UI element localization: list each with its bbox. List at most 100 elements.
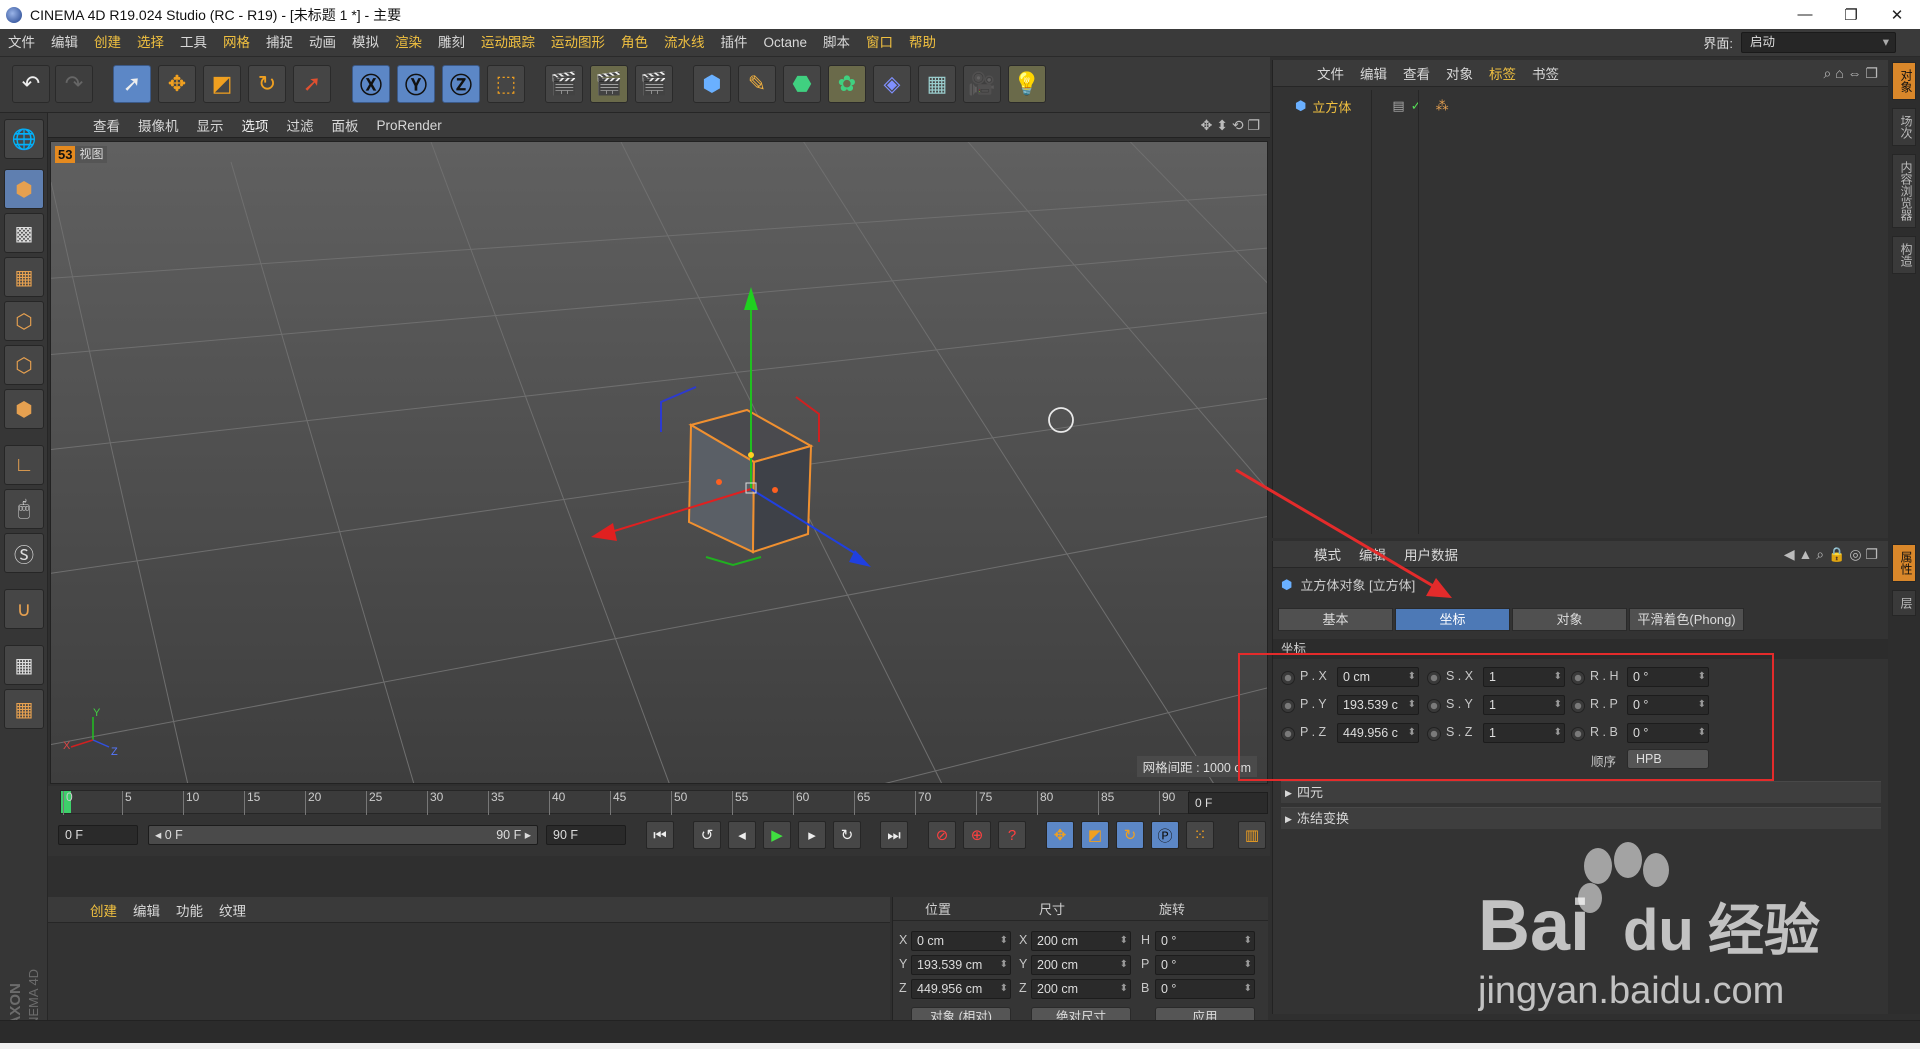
om-menu-edit[interactable]: 编辑 <box>1352 63 1395 83</box>
end-frame-field[interactable]: 90 F <box>546 825 626 845</box>
vtab-attributes[interactable]: 属性 <box>1892 544 1916 582</box>
menu-mograph[interactable]: 运动图形 <box>543 29 613 57</box>
material-tag-icon[interactable]: ⁂ <box>1436 98 1449 114</box>
om-menu-bookmarks[interactable]: 书签 <box>1524 63 1567 83</box>
polygons-mode-icon[interactable]: ⬢ <box>4 389 44 429</box>
coord-rot-h-field[interactable]: 0 ° <box>1155 931 1255 951</box>
z-axis-lock-icon[interactable]: Ⓩ <box>442 65 480 103</box>
menu-simulate[interactable]: 模拟 <box>344 29 387 57</box>
minimize-button[interactable]: — <box>1782 0 1828 29</box>
coord-size-y-field[interactable]: 200 cm <box>1031 955 1131 975</box>
menu-animate[interactable]: 动画 <box>301 29 344 57</box>
camera-icon[interactable]: 🎥 <box>963 65 1001 103</box>
restore-button[interactable]: ❐ <box>1828 0 1874 29</box>
snap-icon[interactable]: ∪ <box>4 589 44 629</box>
menu-script[interactable]: 脚本 <box>815 29 858 57</box>
record-keys-icon[interactable]: ⊘ <box>928 821 956 849</box>
solo-icon[interactable]: Ⓢ <box>4 533 44 573</box>
pen-spline-icon[interactable]: ✎ <box>738 65 776 103</box>
live-select-icon[interactable]: ➚ <box>113 65 151 103</box>
play-icon[interactable]: ▶ <box>763 821 791 849</box>
enabled-check-icon[interactable]: ✓ <box>1411 98 1422 114</box>
scale-icon[interactable]: ◩ <box>203 65 241 103</box>
menu-help[interactable]: 帮助 <box>901 29 944 57</box>
om-menu-view[interactable]: 查看 <box>1395 63 1438 83</box>
coord-rot-b-field[interactable]: 0 ° <box>1155 979 1255 999</box>
perspective-viewport[interactable]: 53 视图 Y X Z 网格间距 : 1000 cm <box>50 141 1268 784</box>
coord-pos-x-field[interactable]: 0 cm <box>911 931 1011 951</box>
preview-range-slider[interactable]: ◂ 0 F 90 F ▸ <box>148 825 538 845</box>
start-frame-field[interactable]: 0 F <box>58 825 138 845</box>
vtab-layers[interactable]: 层 <box>1892 590 1916 616</box>
key-scale-icon[interactable]: ◩ <box>1081 821 1109 849</box>
vp-menu-camera[interactable]: 摄像机 <box>129 115 188 135</box>
menu-tools[interactable]: 工具 <box>172 29 215 57</box>
mat-menu-function[interactable]: 功能 <box>168 900 211 920</box>
vp-menu-options[interactable]: 选项 <box>233 115 278 135</box>
light-icon[interactable]: 💡 <box>1008 65 1046 103</box>
cube-object-icon[interactable]: ⬢ <box>693 65 731 103</box>
make-editable-icon[interactable]: 🌐 <box>4 119 44 159</box>
y-axis-lock-icon[interactable]: Ⓨ <box>397 65 435 103</box>
previous-key-icon[interactable]: ↺ <box>693 821 721 849</box>
points-mode-icon[interactable]: ⬡ <box>4 301 44 341</box>
go-to-start-icon[interactable]: ⏮ <box>646 821 674 849</box>
mat-menu-edit[interactable]: 编辑 <box>125 900 168 920</box>
coord-size-x-field[interactable]: 200 cm <box>1031 931 1131 951</box>
vp-menu-view[interactable]: 查看 <box>84 115 129 135</box>
menu-pipeline[interactable]: 流水线 <box>656 29 713 57</box>
render-settings-icon[interactable]: 🎬 <box>635 65 673 103</box>
key-selection-icon[interactable]: ? <box>998 821 1026 849</box>
vp-menu-display[interactable]: 显示 <box>188 115 233 135</box>
om-search-home-icons[interactable]: ⌕ ⌂ ⇔ ❐ <box>1823 65 1878 82</box>
group-quaternion[interactable]: ▶ 四元 <box>1281 781 1881 803</box>
coord-rot-p-field[interactable]: 0 ° <box>1155 955 1255 975</box>
menu-plugins[interactable]: 插件 <box>713 29 756 57</box>
current-frame-field[interactable]: 0 F <box>1188 792 1268 814</box>
render-to-picture-viewer-icon[interactable]: 🎬 <box>590 65 628 103</box>
om-menu-file[interactable]: 文件 <box>1309 63 1352 83</box>
menu-octane[interactable]: Octane <box>756 29 816 57</box>
group-freeze-transform[interactable]: ▶ 冻结变换 <box>1281 807 1881 829</box>
subdivision-surface-icon[interactable]: ⬣ <box>783 65 821 103</box>
am-nav-icons[interactable]: ◀ ▲ ⌕ 🔒 ◎ ❐ <box>1784 546 1878 563</box>
key-parameter-icon[interactable]: Ⓟ <box>1151 821 1179 849</box>
menu-snap[interactable]: 捕捉 <box>258 29 301 57</box>
menu-motion-tracking[interactable]: 运动跟踪 <box>473 29 543 57</box>
timeline-ruler[interactable]: 0 5 10 15 20 25 30 35 40 45 50 55 60 65 … <box>60 790 1190 815</box>
om-menu-objects[interactable]: 对象 <box>1438 63 1481 83</box>
undo-icon[interactable]: ↶ <box>12 65 50 103</box>
tab-coordinates[interactable]: 坐标 <box>1395 608 1510 631</box>
close-button[interactable]: ✕ <box>1874 0 1920 29</box>
cloner-icon[interactable]: ✿ <box>828 65 866 103</box>
floor-object-icon[interactable]: ▦ <box>918 65 956 103</box>
menu-file[interactable]: 文件 <box>0 29 43 57</box>
rotate-icon[interactable]: ↻ <box>248 65 286 103</box>
world-coordinate-icon[interactable]: ⬚ <box>487 65 525 103</box>
workplane-icon[interactable]: ▦ <box>4 257 44 297</box>
viewport-nav-icons[interactable]: ✥ ⬍ ⟲ ❐ <box>1201 117 1260 134</box>
tab-phong[interactable]: 平滑着色(Phong) <box>1629 608 1744 631</box>
render-view-icon[interactable]: 🎬 <box>545 65 583 103</box>
menu-character[interactable]: 角色 <box>613 29 656 57</box>
key-position-icon[interactable]: ✥ <box>1046 821 1074 849</box>
vtab-structure[interactable]: 构造 <box>1892 236 1916 274</box>
mat-menu-texture[interactable]: 纹理 <box>211 900 254 920</box>
vp-menu-panel[interactable]: 面板 <box>323 115 368 135</box>
previous-frame-icon[interactable]: ◂ <box>728 821 756 849</box>
menu-create[interactable]: 创建 <box>86 29 129 57</box>
menu-render[interactable]: 渲染 <box>387 29 430 57</box>
menu-select[interactable]: 选择 <box>129 29 172 57</box>
vtab-objects[interactable]: 对象 <box>1892 62 1916 100</box>
menu-mesh[interactable]: 网格 <box>215 29 258 57</box>
vtab-takes[interactable]: 场次 <box>1892 108 1916 146</box>
menu-window[interactable]: 窗口 <box>858 29 901 57</box>
move-icon[interactable]: ✥ <box>158 65 196 103</box>
vtab-content-browser[interactable]: 内容浏览器 <box>1892 154 1916 228</box>
visibility-toggle-icon[interactable]: ▤ <box>1392 98 1404 114</box>
axis-mode-icon[interactable]: ∟ <box>4 445 44 485</box>
locked-workplane-icon[interactable]: ▦ <box>4 645 44 685</box>
redo-icon[interactable]: ↷ <box>55 65 93 103</box>
go-to-end-icon[interactable]: ⏭ <box>880 821 908 849</box>
next-key-icon[interactable]: ↻ <box>833 821 861 849</box>
